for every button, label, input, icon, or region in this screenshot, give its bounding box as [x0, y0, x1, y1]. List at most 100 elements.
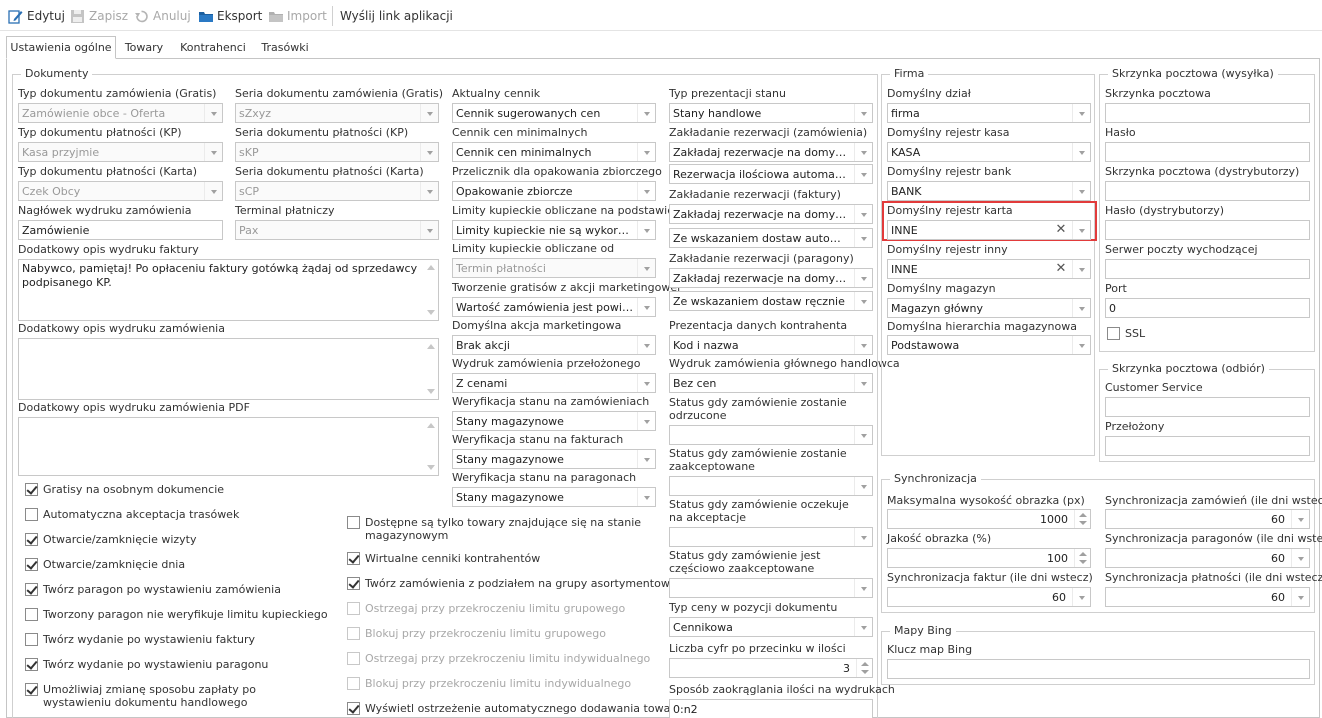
marketing-action-select[interactable]: Brak akcji [452, 335, 656, 355]
chevron-down-icon[interactable] [1291, 588, 1309, 606]
credit-limit-basis-select[interactable]: Limity kupieckie nie są wykorzystywane [452, 220, 656, 240]
chevron-down-icon[interactable] [854, 528, 872, 546]
chevron-down-icon[interactable] [204, 143, 222, 161]
export-button[interactable]: Eksport [198, 7, 262, 25]
stock-check-receipts-select[interactable]: Stany magazynowe [452, 487, 656, 507]
checkbox-issue-after-receipt[interactable]: Twórz wydanie po wystawieniu paragonu [25, 658, 268, 671]
chevron-down-icon[interactable] [854, 336, 872, 354]
chevron-down-icon[interactable] [420, 221, 438, 239]
checkbox-day-open-close[interactable]: Otwarcie/zamknięcie dnia [25, 558, 185, 571]
status-waiting-select[interactable] [669, 527, 873, 547]
checkbox-auto-add-warning[interactable]: Wyświetl ostrzeżenie automatycznego doda… [347, 702, 690, 715]
chevron-down-icon[interactable] [420, 182, 438, 200]
checkbox-box[interactable] [347, 602, 360, 615]
cancel-button[interactable]: Anuluj [134, 7, 191, 25]
checkbox-block-group-limit[interactable]: Blokuj przy przekroczeniu limitu grupowe… [347, 627, 606, 640]
chevron-down-icon[interactable] [204, 104, 222, 122]
reservation-orders-select[interactable]: Zakładaj rezerwacje na domyślnym magazyn… [669, 142, 873, 162]
mailbox-input[interactable] [1105, 103, 1310, 123]
chevron-down-icon[interactable] [637, 221, 655, 239]
chevron-down-icon[interactable] [637, 374, 655, 392]
spinner-arrows-icon[interactable] [1074, 549, 1090, 567]
reservation-orders-mode-select[interactable]: Rezerwacja ilościowa automatyczna [669, 164, 873, 184]
tab-general-settings[interactable]: Ustawienia ogólne [6, 36, 116, 59]
sync-invoices-select[interactable]: 60 [887, 587, 1091, 607]
chevron-down-icon[interactable] [1072, 143, 1090, 161]
supervisor-input[interactable] [1105, 436, 1310, 456]
tab-contractors[interactable]: Kontrahenci [172, 36, 254, 59]
payment-type-kp-select[interactable]: Kasa przyjmie [18, 142, 223, 162]
send-link-button[interactable]: Wyślij link aplikacji [340, 7, 453, 25]
import-button[interactable]: Import [268, 7, 327, 25]
default-bank-register-select[interactable]: BANK [887, 181, 1091, 201]
decimals-spinner[interactable]: 3 [669, 658, 873, 678]
min-pricelist-select[interactable]: Cennik cen minimalnych [452, 142, 656, 162]
mailbox-dist-input[interactable] [1105, 181, 1310, 201]
order-desc-textarea[interactable] [18, 338, 439, 400]
credit-limit-from-select[interactable]: Termin płatności [452, 258, 656, 278]
current-pricelist-select[interactable]: Cennik sugerowanych cen [452, 103, 656, 123]
bing-key-input[interactable] [887, 659, 1310, 679]
gratis-creation-select[interactable]: Wartość zamówienia jest powiększana [452, 297, 656, 317]
checkbox-box[interactable] [25, 583, 38, 596]
password-dist-input[interactable] [1105, 220, 1310, 240]
chevron-down-icon[interactable] [637, 259, 655, 277]
checkbox-issue-after-invoice[interactable]: Twórz wydanie po wystawieniu faktury [25, 633, 255, 646]
chevron-down-icon[interactable] [1072, 588, 1090, 606]
chevron-down-icon[interactable] [1072, 182, 1090, 200]
checkbox-warn-group-limit[interactable]: Ostrzegaj przy przekroczeniu limitu grup… [347, 602, 625, 615]
default-department-select[interactable]: firma [887, 103, 1091, 123]
customer-service-input[interactable] [1105, 397, 1310, 417]
port-input[interactable]: 0 [1105, 298, 1310, 318]
checkbox-receipt-after-order[interactable]: Twórz paragon po wystawieniu zamówienia [25, 583, 281, 596]
chevron-down-icon[interactable] [637, 336, 655, 354]
chevron-down-icon[interactable] [854, 477, 872, 495]
checkbox-box[interactable] [25, 633, 38, 646]
chevron-down-icon[interactable] [1072, 299, 1090, 317]
order-type-gratis-select[interactable]: Zamówienie obce - Oferta [18, 103, 223, 123]
smtp-server-input[interactable] [1105, 259, 1310, 279]
chevron-down-icon[interactable] [854, 205, 872, 223]
default-warehouse-select[interactable]: Magazyn główny [887, 298, 1091, 318]
password-input[interactable] [1105, 142, 1310, 162]
chevron-down-icon[interactable] [1072, 221, 1090, 239]
checkbox-block-individual-limit[interactable]: Blokuj przy przekroczeniu limitu indywid… [347, 677, 631, 690]
chevron-down-icon[interactable] [1072, 260, 1090, 278]
checkbox-box[interactable] [25, 533, 38, 546]
chevron-down-icon[interactable] [637, 298, 655, 316]
checkbox-box[interactable] [347, 516, 360, 529]
main-order-print-select[interactable]: Bez cen [669, 373, 873, 393]
chevron-down-icon[interactable] [854, 579, 872, 597]
sync-receipts-select[interactable]: 60 [1105, 548, 1310, 568]
checkbox-box[interactable] [25, 508, 38, 521]
chevron-down-icon[interactable] [637, 450, 655, 468]
status-accepted-select[interactable] [669, 476, 873, 496]
checkbox-auto-accept-routes[interactable]: Automatyczna akceptacja trasówek [25, 508, 239, 521]
payment-series-card-select[interactable]: sCP [235, 181, 439, 201]
chevron-down-icon[interactable] [1291, 510, 1309, 528]
checkbox-virtual-pricelists[interactable]: Wirtualne cenniki kontrahentów [347, 552, 540, 565]
checkbox-box[interactable] [347, 627, 360, 640]
chevron-down-icon[interactable] [637, 182, 655, 200]
checkbox-box[interactable] [25, 608, 38, 621]
checkbox-change-payment[interactable]: Umożliwiaj zmianę sposobu zapłaty po wys… [25, 683, 315, 709]
default-hierarchy-select[interactable]: Podstawowa [887, 335, 1091, 355]
supervisor-print-select[interactable]: Z cenami [452, 373, 656, 393]
scrollbar[interactable] [424, 339, 438, 399]
tab-products[interactable]: Towary [116, 36, 172, 59]
pdf-desc-textarea[interactable] [18, 417, 439, 476]
checkbox-box[interactable] [25, 658, 38, 671]
checkbox-box[interactable] [25, 683, 38, 696]
checkbox-box[interactable] [347, 552, 360, 565]
checkbox-box[interactable] [347, 677, 360, 690]
save-button[interactable]: Zapisz [70, 7, 128, 25]
chevron-down-icon[interactable] [854, 374, 872, 392]
chevron-down-icon[interactable] [854, 229, 872, 247]
image-quality-spinner[interactable]: 100 [887, 548, 1091, 568]
status-partial-select[interactable] [669, 578, 873, 598]
checkbox-box[interactable] [25, 483, 38, 496]
sync-orders-select[interactable]: 60 [1105, 509, 1310, 529]
checkbox-visit-open-close[interactable]: Otwarcie/zamknięcie wizyty [25, 533, 197, 546]
payment-type-card-select[interactable]: Czek Obcy [18, 181, 223, 201]
checkbox-box[interactable] [347, 652, 360, 665]
